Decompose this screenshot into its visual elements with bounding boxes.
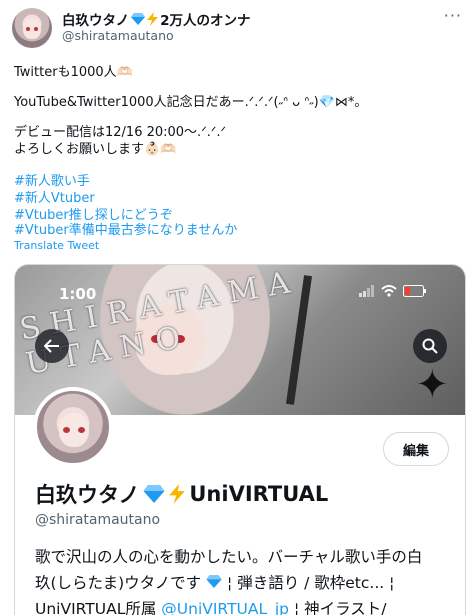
status-time: 1:00: [59, 285, 97, 303]
author-name-row[interactable]: 白玖ウタノ 2万人のオンナ: [62, 9, 251, 29]
more-icon[interactable]: ···: [444, 6, 462, 25]
gem-icon: [131, 13, 146, 25]
univirtual-mention-link: @UniVIRTUAL_jp: [161, 600, 290, 615]
search-icon[interactable]: [413, 329, 447, 363]
star-icon: ✦: [415, 362, 449, 408]
hashtag-link[interactable]: #新人歌い手: [14, 173, 90, 190]
author-avatar[interactable]: [12, 8, 52, 48]
translate-tweet-link[interactable]: Translate Tweet: [14, 239, 99, 252]
tweet-line-1: Twitterも1000人🫶🏻: [14, 65, 133, 80]
author-handle[interactable]: @shiratamautano: [62, 28, 174, 43]
hashtag-link[interactable]: #新人Vtuber: [14, 190, 95, 207]
gem-icon: [206, 575, 222, 588]
hashtag-link[interactable]: #Vtuber準備中最古参になりませんか: [14, 222, 237, 239]
author-name-suffix: 2万人のオンナ: [160, 13, 251, 29]
profile-bio-line: 玖(しらたま)ウタノです ¦ 弾き語り / 歌枠etc... ¦: [35, 574, 395, 592]
profile-handle: @shiratamautano: [35, 512, 161, 528]
author-display-name[interactable]: 白玖ウタノ: [62, 9, 129, 29]
tweet-line-2: YouTube&Twitter1000人記念日だあー.ᐟ.ᐟ.ᐟ(˶ᐢ ᴗ ᐢ˶…: [14, 95, 368, 110]
lightning-icon: [147, 12, 159, 26]
attached-image[interactable]: SHIRATAMA UTANO 1:00 ✦ 編集 白玖ウタノ UniVIRTU…: [14, 264, 466, 615]
tweet-line-4: よろしくお願いします👶🏻🫶🏻: [14, 142, 177, 157]
profile-name: 白玖ウタノ UniVIRTUAL: [35, 482, 329, 507]
lightning-icon: [169, 484, 186, 504]
gem-icon: [143, 485, 165, 503]
battery-icon: [403, 285, 426, 297]
back-arrow-icon[interactable]: [35, 329, 69, 363]
profile-avatar: [33, 387, 113, 467]
profile-bio-line: 歌で沢山の人の心を動かしたい。バーチャル歌い手の白: [35, 548, 423, 566]
profile-bio-line: UniVIRTUAL所属 @UniVIRTUAL_jp ¦ 神イラスト/: [35, 596, 387, 615]
edit-profile-button: 編集: [383, 432, 449, 466]
tweet-line-3: デビュー配信は12/16 20:00〜.ᐟ.ᐟ.ᐟ: [14, 125, 226, 140]
signal-icon: [359, 285, 374, 297]
tweet: 白玖ウタノ 2万人のオンナ @shiratamautano ··· Twitte…: [0, 0, 474, 615]
wifi-icon: [381, 285, 397, 297]
